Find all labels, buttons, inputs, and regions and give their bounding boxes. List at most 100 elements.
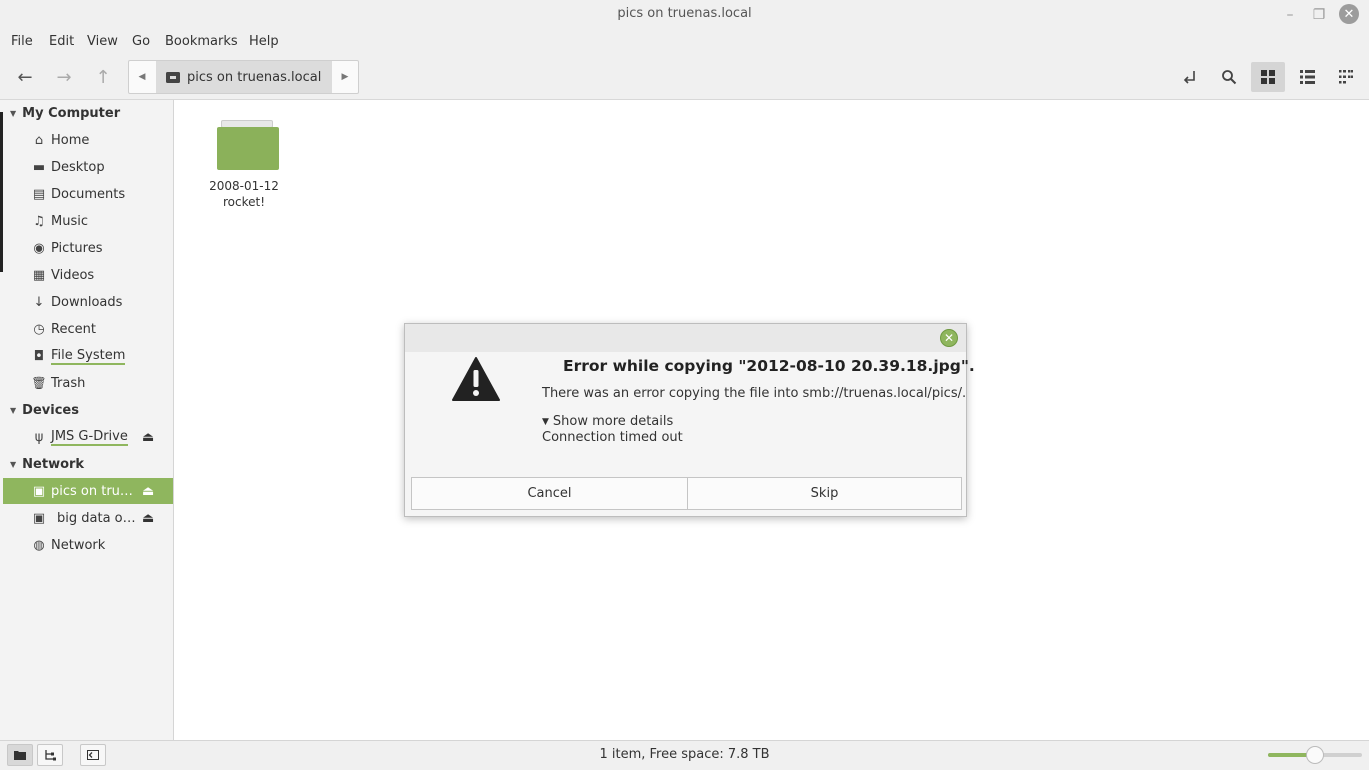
- menu-file[interactable]: File: [11, 34, 33, 49]
- back-icon: ←: [17, 66, 33, 88]
- sidebar-item-trash[interactable]: 🗑 Trash: [3, 370, 173, 396]
- sidebar-item-label: big data o…: [57, 510, 136, 526]
- sidebar-item-documents[interactable]: ▤ Documents: [3, 181, 173, 207]
- search-button[interactable]: [1212, 62, 1246, 92]
- dialog-heading: Error while copying "2012-08-10 20.39.18…: [563, 357, 975, 375]
- eject-icon[interactable]: ⏏: [142, 430, 154, 445]
- menu-view[interactable]: View: [87, 34, 118, 49]
- sidebar-accent-bar: [0, 112, 3, 272]
- window-titlebar: pics on truenas.local – ❐ ✕: [0, 0, 1369, 30]
- section-my-computer[interactable]: ▼ My Computer: [10, 106, 120, 121]
- sidebar-item-recent[interactable]: ◷ Recent: [3, 316, 173, 342]
- skip-button[interactable]: Skip: [687, 477, 962, 510]
- statusbar: 1 item, Free space: 7.8 TB: [0, 740, 1369, 770]
- status-text: 1 item, Free space: 7.8 TB: [599, 747, 770, 762]
- forward-icon: →: [56, 66, 72, 88]
- eject-icon[interactable]: ⏏: [142, 484, 154, 499]
- sidebar-item-home[interactable]: ⌂ Home: [3, 127, 173, 153]
- sidebar-item-pics-on-truenas[interactable]: ▣ pics on tru… ⏏: [3, 478, 173, 504]
- error-dialog: ✕ Error while copying "2012-08-10 20.39.…: [404, 323, 975, 517]
- toggle-location-icon: [1183, 71, 1195, 84]
- sidebar-item-network[interactable]: ◍ Network: [3, 532, 173, 558]
- menu-bookmarks[interactable]: Bookmarks: [165, 34, 238, 49]
- film-icon: ▦: [32, 267, 46, 283]
- eject-icon[interactable]: ⏏: [142, 511, 154, 526]
- drive-icon: ◘: [33, 348, 45, 364]
- trash-icon: 🗑: [31, 376, 47, 390]
- sidebar-item-file-system[interactable]: ◘ File System: [3, 343, 173, 369]
- network-folder-icon: ▣: [32, 483, 46, 499]
- up-button[interactable]: ↑: [88, 62, 118, 92]
- expand-icon: ▼: [542, 416, 549, 427]
- path-scroll-right-button[interactable]: ▶: [332, 61, 358, 93]
- sidebar-item-label: File System: [51, 347, 126, 365]
- clock-icon: ◷: [33, 321, 45, 337]
- window-title: pics on truenas.local: [617, 6, 752, 21]
- sidebar-item-label: Trash: [51, 375, 86, 391]
- folder-name-line: rocket!: [222, 195, 266, 209]
- expand-icon: ▼: [10, 460, 17, 469]
- show-details-expander[interactable]: ▼ Show more details: [542, 414, 673, 429]
- sidebar-item-pictures[interactable]: ◉ Pictures: [3, 235, 173, 261]
- folder-item[interactable]: 2008-01-12 rocket!: [208, 120, 280, 210]
- sidebar-item-label: Downloads: [51, 294, 123, 310]
- music-icon: ♫: [33, 213, 45, 229]
- sidebar-item-label: Recent: [51, 321, 96, 337]
- section-label: Devices: [22, 403, 79, 418]
- sidebar: ▼ My Computer ⌂ Home ▬ Desktop ▤ Documen…: [0, 100, 174, 740]
- dialog-titlebar: ✕: [405, 324, 966, 352]
- list-view-icon: [1299, 70, 1315, 84]
- sidebar-item-label: Desktop: [51, 159, 105, 175]
- toolbar: ← → ↑ ◀ pics on truenas.local ▶: [0, 54, 1369, 100]
- sidebar-item-label: Pictures: [51, 240, 103, 256]
- breadcrumb-current[interactable]: pics on truenas.local: [156, 61, 332, 93]
- sidebar-item-jms-g-drive[interactable]: ψ JMS G-Drive ⏏: [3, 424, 173, 450]
- breadcrumb: ◀ pics on truenas.local ▶: [128, 60, 359, 94]
- menu-go[interactable]: Go: [132, 34, 150, 49]
- icon-view-button[interactable]: [1251, 62, 1285, 92]
- sidebar-item-music[interactable]: ♫ Music: [3, 208, 173, 234]
- sidebar-item-label: Network: [51, 537, 106, 553]
- up-icon: ↑: [95, 66, 111, 88]
- usb-icon: ψ: [34, 429, 44, 445]
- sidebar-item-label: pics on tru…: [51, 483, 133, 499]
- folder-body: [217, 127, 279, 170]
- cancel-button[interactable]: Cancel: [411, 477, 688, 510]
- sidebar-item-big-data[interactable]: ▣ big data o… ⏏: [3, 505, 173, 531]
- network-folder-icon: [166, 72, 180, 83]
- compact-view-button[interactable]: [1329, 62, 1363, 92]
- back-button[interactable]: ←: [10, 62, 40, 92]
- list-view-button[interactable]: [1290, 62, 1324, 92]
- minimize-button[interactable]: –: [1279, 4, 1301, 26]
- expand-icon: ▼: [10, 109, 17, 118]
- sidebar-item-videos[interactable]: ▦ Videos: [3, 262, 173, 288]
- zoom-slider[interactable]: [1268, 746, 1362, 764]
- sidebar-item-label: JMS G-Drive: [51, 428, 128, 446]
- close-button[interactable]: ✕: [1339, 4, 1359, 24]
- maximize-button[interactable]: ❐: [1308, 4, 1330, 26]
- dialog-details-text: Connection timed out: [542, 430, 683, 445]
- menu-help[interactable]: Help: [249, 34, 279, 49]
- folder-name: 2008-01-12 rocket!: [208, 178, 280, 210]
- menu-edit[interactable]: Edit: [49, 34, 74, 49]
- search-icon: [1222, 70, 1237, 85]
- warning-icon: [451, 356, 501, 406]
- path-scroll-left-button[interactable]: ◀: [129, 61, 155, 93]
- sidebar-item-downloads[interactable]: ↓ Downloads: [3, 289, 173, 315]
- sidebar-item-label: Music: [51, 213, 88, 229]
- expand-icon: ▼: [10, 406, 17, 415]
- dialog-close-button[interactable]: ✕: [940, 329, 958, 347]
- breadcrumb-label: pics on truenas.local: [187, 69, 322, 85]
- compact-view-icon: [1339, 70, 1353, 84]
- folder-name-line: 2008-01-12: [209, 179, 279, 193]
- icon-view-icon: [1261, 70, 1275, 84]
- show-details-label: Show more details: [552, 414, 674, 429]
- section-devices[interactable]: ▼ Devices: [10, 403, 79, 418]
- documents-icon: ▤: [32, 186, 46, 202]
- toggle-location-button[interactable]: [1173, 62, 1207, 92]
- section-network[interactable]: ▼ Network: [10, 457, 84, 472]
- zoom-slider-handle[interactable]: [1306, 746, 1324, 764]
- chevron-left-icon: ◀: [138, 72, 146, 82]
- forward-button[interactable]: →: [49, 62, 79, 92]
- sidebar-item-desktop[interactable]: ▬ Desktop: [3, 154, 173, 180]
